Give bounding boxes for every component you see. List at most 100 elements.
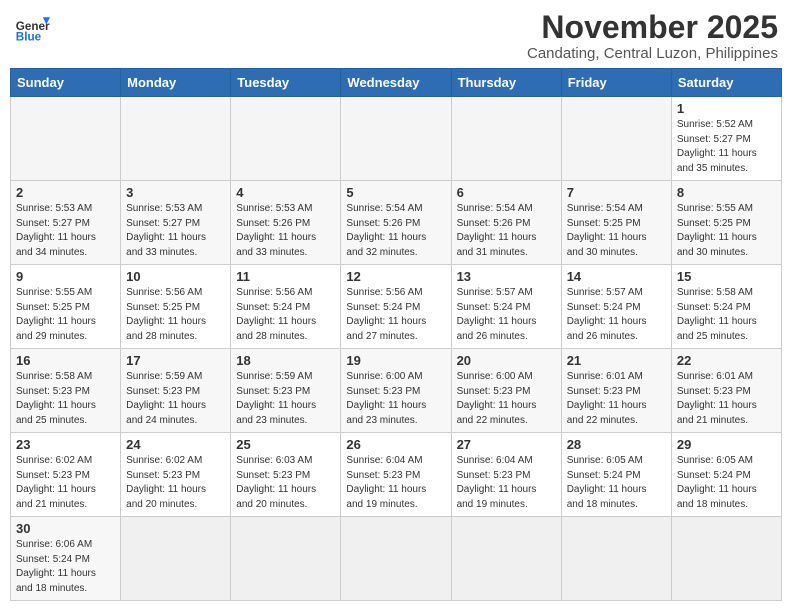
calendar-cell: 30 Sunrise: 6:06 AM Sunset: 5:24 PM Dayli… <box>11 517 121 601</box>
calendar-cell: 7 Sunrise: 5:54 AM Sunset: 5:25 PM Daylig… <box>561 181 671 265</box>
day-number: 15 <box>677 269 776 284</box>
day-number: 18 <box>236 353 335 368</box>
day-info: Sunrise: 5:59 AM Sunset: 5:23 PM Dayligh… <box>236 370 335 428</box>
day-info: Sunrise: 5:56 AM Sunset: 5:24 PM Dayligh… <box>346 286 445 344</box>
day-header-sunday: Sunday <box>11 69 121 97</box>
calendar-cell <box>341 97 451 181</box>
header: General Blue November 2025 Candating, Ce… <box>10 10 782 62</box>
day-header-friday: Friday <box>561 69 671 97</box>
day-info: Sunrise: 6:06 AM Sunset: 5:24 PM Dayligh… <box>16 538 115 596</box>
calendar-cell <box>451 97 561 181</box>
calendar-cell: 18 Sunrise: 5:59 AM Sunset: 5:23 PM Dayli… <box>231 349 341 433</box>
calendar-week-row: 23 Sunrise: 6:02 AM Sunset: 5:23 PM Dayli… <box>11 433 782 517</box>
day-info: Sunrise: 5:52 AM Sunset: 5:27 PM Dayligh… <box>677 118 776 176</box>
day-info: Sunrise: 6:05 AM Sunset: 5:24 PM Dayligh… <box>567 454 666 512</box>
day-number: 7 <box>567 185 666 200</box>
calendar-cell: 26 Sunrise: 6:04 AM Sunset: 5:23 PM Dayli… <box>341 433 451 517</box>
calendar-cell: 4 Sunrise: 5:53 AM Sunset: 5:26 PM Daylig… <box>231 181 341 265</box>
calendar-table: SundayMondayTuesdayWednesdayThursdayFrid… <box>10 68 782 601</box>
day-number: 28 <box>567 437 666 452</box>
calendar-cell: 9 Sunrise: 5:55 AM Sunset: 5:25 PM Daylig… <box>11 265 121 349</box>
calendar-cell <box>231 517 341 601</box>
day-number: 9 <box>16 269 115 284</box>
day-number: 24 <box>126 437 225 452</box>
calendar-cell: 14 Sunrise: 5:57 AM Sunset: 5:24 PM Dayli… <box>561 265 671 349</box>
day-number: 29 <box>677 437 776 452</box>
day-number: 16 <box>16 353 115 368</box>
calendar-cell: 20Sunrise: 6:00 AM Sunset: 5:23 PM Dayli… <box>451 349 561 433</box>
day-info: Sunrise: 5:59 AM Sunset: 5:23 PM Dayligh… <box>126 370 225 428</box>
day-number: 6 <box>457 185 556 200</box>
calendar-cell: 11 Sunrise: 5:56 AM Sunset: 5:24 PM Dayli… <box>231 265 341 349</box>
calendar-cell: 21Sunrise: 6:01 AM Sunset: 5:23 PM Dayli… <box>561 349 671 433</box>
calendar-cell: 10Sunrise: 5:56 AM Sunset: 5:25 PM Dayli… <box>121 265 231 349</box>
day-header-monday: Monday <box>121 69 231 97</box>
calendar-week-row: 30 Sunrise: 6:06 AM Sunset: 5:24 PM Dayli… <box>11 517 782 601</box>
day-number: 26 <box>346 437 445 452</box>
calendar-week-row: 9 Sunrise: 5:55 AM Sunset: 5:25 PM Daylig… <box>11 265 782 349</box>
day-info: Sunrise: 5:58 AM Sunset: 5:23 PM Dayligh… <box>16 370 115 428</box>
calendar-cell: 8Sunrise: 5:55 AM Sunset: 5:25 PM Daylig… <box>671 181 781 265</box>
location-title: Candating, Central Luzon, Philippines <box>527 45 778 62</box>
day-info: Sunrise: 5:54 AM Sunset: 5:26 PM Dayligh… <box>346 202 445 260</box>
day-number: 2 <box>16 185 115 200</box>
logo: General Blue <box>14 10 50 46</box>
day-number: 17 <box>126 353 225 368</box>
day-info: Sunrise: 6:01 AM Sunset: 5:23 PM Dayligh… <box>567 370 666 428</box>
day-info: Sunrise: 5:55 AM Sunset: 5:25 PM Dayligh… <box>677 202 776 260</box>
day-info: Sunrise: 6:01 AM Sunset: 5:23 PM Dayligh… <box>677 370 776 428</box>
day-number: 27 <box>457 437 556 452</box>
day-number: 23 <box>16 437 115 452</box>
day-number: 30 <box>16 521 115 536</box>
day-info: Sunrise: 5:56 AM Sunset: 5:24 PM Dayligh… <box>236 286 335 344</box>
day-header-wednesday: Wednesday <box>341 69 451 97</box>
calendar-cell <box>121 517 231 601</box>
calendar-cell: 24 Sunrise: 6:02 AM Sunset: 5:23 PM Dayli… <box>121 433 231 517</box>
day-info: Sunrise: 5:57 AM Sunset: 5:24 PM Dayligh… <box>457 286 556 344</box>
day-info: Sunrise: 6:02 AM Sunset: 5:23 PM Dayligh… <box>16 454 115 512</box>
day-number: 11 <box>236 269 335 284</box>
calendar-cell: 6Sunrise: 5:54 AM Sunset: 5:26 PM Daylig… <box>451 181 561 265</box>
svg-text:Blue: Blue <box>16 31 42 44</box>
day-number: 4 <box>236 185 335 200</box>
calendar-week-row: 2 Sunrise: 5:53 AM Sunset: 5:27 PM Daylig… <box>11 181 782 265</box>
calendar-cell: 28 Sunrise: 6:05 AM Sunset: 5:24 PM Dayli… <box>561 433 671 517</box>
day-number: 14 <box>567 269 666 284</box>
day-number: 13 <box>457 269 556 284</box>
day-number: 1 <box>677 101 776 116</box>
day-info: Sunrise: 6:03 AM Sunset: 5:23 PM Dayligh… <box>236 454 335 512</box>
calendar-cell <box>341 517 451 601</box>
month-title: November 2025 <box>527 10 778 45</box>
day-info: Sunrise: 6:04 AM Sunset: 5:23 PM Dayligh… <box>457 454 556 512</box>
day-number: 25 <box>236 437 335 452</box>
day-number: 22 <box>677 353 776 368</box>
calendar-cell: 12Sunrise: 5:56 AM Sunset: 5:24 PM Dayli… <box>341 265 451 349</box>
day-info: Sunrise: 5:53 AM Sunset: 5:27 PM Dayligh… <box>16 202 115 260</box>
calendar-week-row: 16 Sunrise: 5:58 AM Sunset: 5:23 PM Dayli… <box>11 349 782 433</box>
calendar-cell: 17 Sunrise: 5:59 AM Sunset: 5:23 PM Dayli… <box>121 349 231 433</box>
day-info: Sunrise: 5:54 AM Sunset: 5:25 PM Dayligh… <box>567 202 666 260</box>
day-header-thursday: Thursday <box>451 69 561 97</box>
day-number: 10 <box>126 269 225 284</box>
day-number: 19 <box>346 353 445 368</box>
calendar-cell <box>451 517 561 601</box>
day-info: Sunrise: 6:04 AM Sunset: 5:23 PM Dayligh… <box>346 454 445 512</box>
calendar-cell: 5Sunrise: 5:54 AM Sunset: 5:26 PM Daylig… <box>341 181 451 265</box>
day-info: Sunrise: 6:05 AM Sunset: 5:24 PM Dayligh… <box>677 454 776 512</box>
calendar-cell: 23 Sunrise: 6:02 AM Sunset: 5:23 PM Dayli… <box>11 433 121 517</box>
day-info: Sunrise: 5:55 AM Sunset: 5:25 PM Dayligh… <box>16 286 115 344</box>
day-info: Sunrise: 5:53 AM Sunset: 5:27 PM Dayligh… <box>126 202 225 260</box>
calendar-cell <box>11 97 121 181</box>
calendar-cell: 25 Sunrise: 6:03 AM Sunset: 5:23 PM Dayli… <box>231 433 341 517</box>
calendar-cell: 27 Sunrise: 6:04 AM Sunset: 5:23 PM Dayli… <box>451 433 561 517</box>
day-headers: SundayMondayTuesdayWednesdayThursdayFrid… <box>11 69 782 97</box>
calendar-cell <box>231 97 341 181</box>
calendar-cell <box>121 97 231 181</box>
day-info: Sunrise: 5:53 AM Sunset: 5:26 PM Dayligh… <box>236 202 335 260</box>
day-info: Sunrise: 6:00 AM Sunset: 5:23 PM Dayligh… <box>346 370 445 428</box>
day-info: Sunrise: 5:57 AM Sunset: 5:24 PM Dayligh… <box>567 286 666 344</box>
calendar-cell: 3Sunrise: 5:53 AM Sunset: 5:27 PM Daylig… <box>121 181 231 265</box>
day-info: Sunrise: 6:02 AM Sunset: 5:23 PM Dayligh… <box>126 454 225 512</box>
calendar-cell: 29 Sunrise: 6:05 AM Sunset: 5:24 PM Dayli… <box>671 433 781 517</box>
calendar-cell: 19 Sunrise: 6:00 AM Sunset: 5:23 PM Dayli… <box>341 349 451 433</box>
